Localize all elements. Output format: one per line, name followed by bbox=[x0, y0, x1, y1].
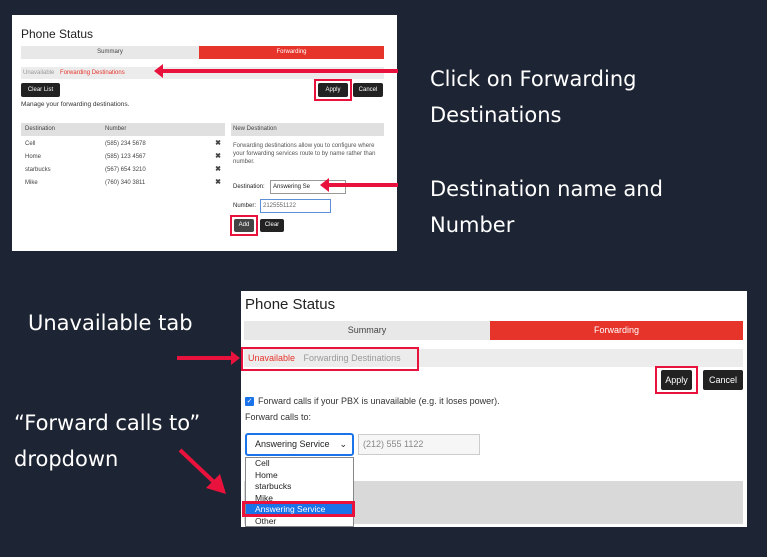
cancel-button[interactable]: Cancel bbox=[353, 83, 383, 97]
row-number: (585) 234 5678 bbox=[105, 141, 146, 147]
arrow-to-forwarding-destinations bbox=[154, 64, 398, 78]
option-home[interactable]: Home bbox=[246, 470, 353, 482]
tab-summary[interactable]: Summary bbox=[244, 321, 490, 340]
phone-status-panel-unavailable: Phone Status Summary Forwarding Unavaila… bbox=[241, 291, 747, 527]
number-input[interactable]: 2125551122 bbox=[260, 199, 331, 213]
cancel-button[interactable]: Cancel bbox=[703, 370, 743, 390]
new-destination-header: New Destination bbox=[231, 123, 384, 136]
row-destination: Cell bbox=[25, 141, 36, 147]
subtab-unavailable[interactable]: Unavailable bbox=[23, 70, 54, 76]
caption-destination-name-number: Destination name and Number bbox=[430, 177, 663, 237]
delete-icon[interactable]: ✖ bbox=[215, 177, 221, 189]
page-title: Phone Status bbox=[245, 296, 336, 313]
delete-icon[interactable]: ✖ bbox=[215, 164, 221, 176]
table-row: starbucks (567) 654 3210 ✖ bbox=[21, 164, 225, 176]
row-destination: starbucks bbox=[25, 167, 51, 173]
page-title: Phone Status bbox=[21, 27, 94, 41]
phone-number-field[interactable]: (212) 555 1122 bbox=[358, 434, 480, 455]
delete-icon[interactable]: ✖ bbox=[215, 138, 221, 150]
option-other[interactable]: Other bbox=[246, 516, 353, 528]
row-destination: Mike bbox=[25, 180, 38, 186]
destination-label: Destination: bbox=[233, 184, 265, 190]
option-cell[interactable]: Cell bbox=[246, 458, 353, 470]
column-destination: Destination bbox=[25, 126, 56, 132]
option-starbucks[interactable]: starbucks bbox=[246, 481, 353, 493]
add-button[interactable]: Add bbox=[234, 219, 254, 232]
chevron-down-icon: ⌄ bbox=[339, 439, 347, 449]
column-number: Number bbox=[105, 126, 127, 132]
tab-summary[interactable]: Summary bbox=[21, 46, 199, 59]
arrow-to-unavailable-tab bbox=[177, 351, 240, 365]
option-highlight bbox=[242, 501, 355, 517]
subtab-highlight bbox=[241, 347, 419, 371]
forward-calls-to-label: Forward calls to: bbox=[245, 412, 312, 422]
row-number: (760) 340 3811 bbox=[105, 180, 146, 186]
table-row: Cell (585) 234 5678 ✖ bbox=[21, 138, 225, 150]
tab-forwarding[interactable]: Forwarding bbox=[199, 46, 384, 59]
table-row: Home (585) 123 4567 ✖ bbox=[21, 151, 225, 163]
new-destination-description: Forwarding destinations allow you to con… bbox=[233, 143, 376, 165]
caption-click-forwarding: Click on Forwarding Destinations bbox=[430, 67, 637, 127]
forward-unavailable-label: Forward calls if your PBX is unavailable… bbox=[258, 396, 500, 406]
delete-icon[interactable]: ✖ bbox=[215, 151, 221, 163]
destinations-table-header: Destination Number bbox=[21, 123, 225, 136]
forward-calls-to-select[interactable]: Answering Service ⌄ bbox=[245, 433, 354, 456]
row-number: (585) 123 4567 bbox=[105, 154, 146, 160]
phone-status-panel-destinations: Phone Status Summary Forwarding Unavaila… bbox=[12, 15, 397, 251]
manage-description: Manage your forwarding destinations. bbox=[21, 101, 130, 108]
arrow-to-destination-input bbox=[320, 178, 398, 192]
forward-unavailable-checkbox[interactable]: ✓ bbox=[245, 397, 254, 406]
table-row: Mike (760) 340 3811 ✖ bbox=[21, 177, 225, 189]
row-destination: Home bbox=[25, 154, 42, 160]
caption-unavailable-tab: Unavailable tab bbox=[28, 311, 193, 335]
clear-list-button[interactable]: Clear List bbox=[21, 83, 60, 97]
subtab-forwarding-destinations[interactable]: Forwarding Destinations bbox=[60, 70, 125, 76]
apply-button[interactable]: Apply bbox=[661, 370, 692, 390]
clear-button[interactable]: Clear bbox=[260, 219, 284, 232]
select-value: Answering Service bbox=[255, 439, 330, 449]
row-number: (567) 654 3210 bbox=[105, 167, 146, 173]
arrow-to-dropdown bbox=[178, 448, 226, 494]
number-label: Number: bbox=[233, 203, 257, 209]
apply-button[interactable]: Apply bbox=[318, 83, 348, 97]
tab-forwarding[interactable]: Forwarding bbox=[490, 321, 743, 340]
